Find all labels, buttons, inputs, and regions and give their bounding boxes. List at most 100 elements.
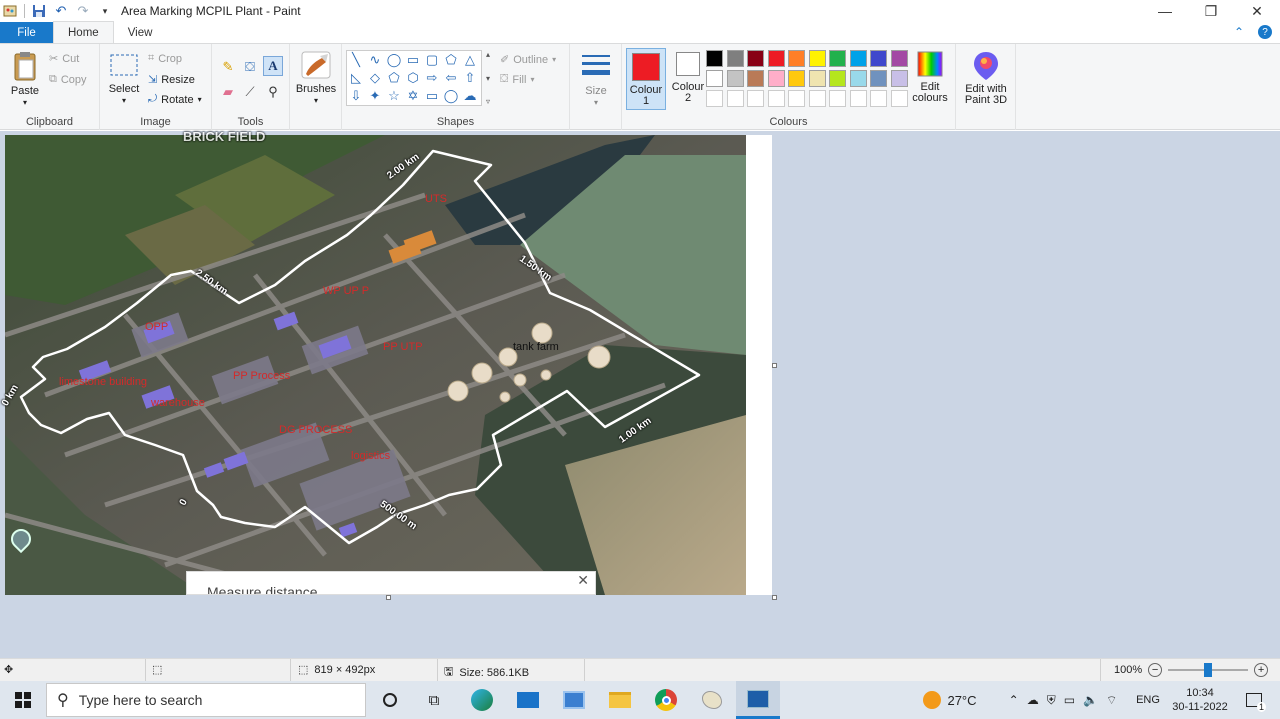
weather-widget[interactable]: 27°C bbox=[918, 681, 982, 719]
oval-shape-icon[interactable]: ◯ bbox=[385, 51, 403, 69]
pentagon-shape-icon[interactable]: ⬠ bbox=[385, 69, 403, 87]
cortana-button[interactable] bbox=[372, 681, 408, 719]
wifi-icon[interactable]: ⌔ bbox=[1106, 693, 1117, 708]
palette-swatch[interactable] bbox=[808, 70, 826, 87]
mail-taskbar-icon[interactable] bbox=[508, 681, 548, 719]
close-button[interactable]: ✕ bbox=[1234, 0, 1280, 22]
four-point-star-shape-icon[interactable]: ✦ bbox=[366, 87, 384, 105]
paint-app-icon[interactable] bbox=[2, 3, 18, 19]
select-button[interactable]: Select ▾ bbox=[106, 52, 142, 106]
zoom-slider-thumb[interactable] bbox=[1204, 663, 1213, 677]
save-icon[interactable] bbox=[31, 3, 47, 19]
up-arrow-shape-icon[interactable]: ⇧ bbox=[461, 69, 479, 87]
custom-colour-slot[interactable] bbox=[747, 90, 764, 107]
tab-file[interactable]: File bbox=[0, 22, 53, 43]
onedrive-icon[interactable]: ☁ bbox=[1027, 693, 1039, 707]
volume-icon[interactable]: 🔈 bbox=[1083, 693, 1098, 707]
triangle-shape-icon[interactable]: △ bbox=[461, 51, 479, 69]
diamond-shape-icon[interactable]: ◇ bbox=[366, 69, 384, 87]
copy-button[interactable]: ⧉ Copy bbox=[49, 73, 87, 86]
custom-colour-slot[interactable] bbox=[870, 90, 887, 107]
right-arrow-shape-icon[interactable]: ⇨ bbox=[423, 69, 441, 87]
colour2-button[interactable]: Colour 2 bbox=[668, 52, 708, 104]
rounded-rectangle-shape-icon[interactable]: ▢ bbox=[423, 51, 441, 69]
palette-swatch[interactable] bbox=[849, 70, 867, 87]
palette-swatch[interactable] bbox=[767, 50, 785, 67]
canvas-workspace[interactable]: BRICK FIELD 2.00 km 1.50 km 2.50 km 1.00… bbox=[0, 129, 1280, 658]
hexagon-shape-icon[interactable]: ⬡ bbox=[404, 69, 422, 87]
resize-button[interactable]: ⇲ Resize bbox=[148, 73, 195, 87]
palette-swatch[interactable] bbox=[788, 50, 805, 67]
security-icon[interactable]: ⛨ bbox=[1047, 693, 1056, 708]
brushes-button[interactable]: Brushes ▾ bbox=[296, 50, 336, 106]
undo-icon[interactable]: ↶ bbox=[53, 3, 69, 19]
rotate-button[interactable]: ⤾ Rotate ▾ bbox=[148, 93, 202, 106]
file-explorer-taskbar-icon[interactable] bbox=[600, 681, 640, 719]
custom-colour-slot[interactable] bbox=[726, 90, 744, 107]
customize-qat-icon[interactable]: ▾ bbox=[97, 3, 113, 19]
measure-close-icon[interactable]: ✕ bbox=[577, 572, 589, 589]
start-button[interactable] bbox=[0, 681, 46, 719]
polygon-shape-icon[interactable]: ⬠ bbox=[442, 51, 460, 69]
custom-colour-slot[interactable] bbox=[706, 90, 723, 107]
clock[interactable]: 10:34 30-11-2022 bbox=[1168, 681, 1232, 719]
fill-button[interactable]: ⛋ Fill ▾ bbox=[500, 73, 534, 86]
palette-swatch[interactable] bbox=[788, 70, 805, 87]
palette-swatch[interactable] bbox=[829, 50, 846, 67]
paste-button[interactable]: Paste ▾ bbox=[8, 50, 42, 108]
cut-button[interactable]: ✂ Cut bbox=[49, 52, 79, 66]
edit-with-paint3d-button[interactable]: Edit with Paint 3D bbox=[960, 50, 1012, 106]
palette-swatch[interactable] bbox=[808, 50, 826, 67]
shapes-scroll[interactable]: ▴ ▾ ▿ bbox=[483, 50, 493, 106]
zoom-in-button[interactable]: + bbox=[1254, 663, 1269, 677]
shapes-scroll-up-icon[interactable]: ▴ bbox=[486, 50, 490, 59]
palette-swatch[interactable] bbox=[726, 50, 744, 67]
eraser-icon[interactable]: ▰ bbox=[218, 82, 238, 102]
notification-center-button[interactable]: 1 bbox=[1236, 681, 1272, 719]
palette-swatch[interactable] bbox=[706, 50, 723, 67]
colour1-button[interactable]: Colour 1 bbox=[626, 48, 666, 110]
rect-callout-shape-icon[interactable]: ▭ bbox=[423, 87, 441, 105]
palette-swatch[interactable] bbox=[706, 70, 723, 87]
custom-colour-slot[interactable] bbox=[829, 90, 846, 107]
six-point-star-shape-icon[interactable]: ✡ bbox=[404, 87, 422, 105]
resize-handle-bottom[interactable] bbox=[386, 595, 391, 600]
size-button[interactable]: Size ▾ bbox=[578, 52, 614, 108]
task-view-button[interactable]: ⧉ bbox=[416, 681, 452, 719]
restore-button[interactable]: ❐ bbox=[1188, 0, 1234, 22]
edit-colours-button[interactable]: Edit colours bbox=[908, 50, 952, 104]
collapse-ribbon-icon[interactable]: ⌃ bbox=[1234, 25, 1244, 39]
palette-swatch[interactable] bbox=[747, 50, 764, 67]
paint-app-taskbar-icon[interactable] bbox=[692, 681, 732, 719]
resize-handle-corner[interactable] bbox=[772, 595, 777, 600]
text-tool-icon[interactable]: A bbox=[263, 56, 283, 76]
custom-colour-slot[interactable] bbox=[849, 90, 867, 107]
measure-distance-panel[interactable]: Measure distance ✕ bbox=[186, 571, 596, 595]
taskbar-search-box[interactable]: ⚲ Type here to search bbox=[46, 683, 366, 717]
resize-handle-right[interactable] bbox=[772, 363, 777, 368]
network-app-taskbar-icon[interactable] bbox=[554, 681, 594, 719]
fill-bucket-icon[interactable]: ⛋ bbox=[240, 57, 260, 77]
crop-button[interactable]: ⌗ Crop bbox=[148, 52, 182, 65]
right-triangle-shape-icon[interactable]: ◺ bbox=[347, 69, 365, 87]
battery-icon[interactable]: ▭ bbox=[1064, 693, 1075, 707]
drawing-canvas[interactable]: BRICK FIELD 2.00 km 1.50 km 2.50 km 1.00… bbox=[0, 129, 772, 595]
palette-swatch[interactable] bbox=[870, 70, 887, 87]
show-hidden-icons-chevron-icon[interactable]: ⌃ bbox=[1009, 693, 1019, 707]
zoom-out-button[interactable]: − bbox=[1148, 663, 1163, 677]
oval-callout-shape-icon[interactable]: ◯ bbox=[442, 87, 460, 105]
language-indicator[interactable]: ENG bbox=[1130, 681, 1166, 719]
outline-button[interactable]: ✐ Outline ▾ bbox=[500, 53, 556, 67]
photos-taskbar-icon-active[interactable] bbox=[736, 681, 780, 719]
zoom-slider[interactable] bbox=[1168, 663, 1249, 677]
palette-swatch[interactable] bbox=[726, 70, 744, 87]
curve-shape-icon[interactable]: ∿ bbox=[366, 51, 384, 69]
redo-icon[interactable]: ↷ bbox=[75, 3, 91, 19]
palette-swatch[interactable] bbox=[767, 70, 785, 87]
down-arrow-shape-icon[interactable]: ⇩ bbox=[347, 87, 365, 105]
shapes-scroll-down-icon[interactable]: ▾ bbox=[486, 74, 490, 83]
tab-home[interactable]: Home bbox=[53, 21, 114, 43]
custom-colour-slot[interactable] bbox=[890, 90, 908, 107]
left-arrow-shape-icon[interactable]: ⇦ bbox=[442, 69, 460, 87]
custom-colour-slot[interactable] bbox=[808, 90, 826, 107]
